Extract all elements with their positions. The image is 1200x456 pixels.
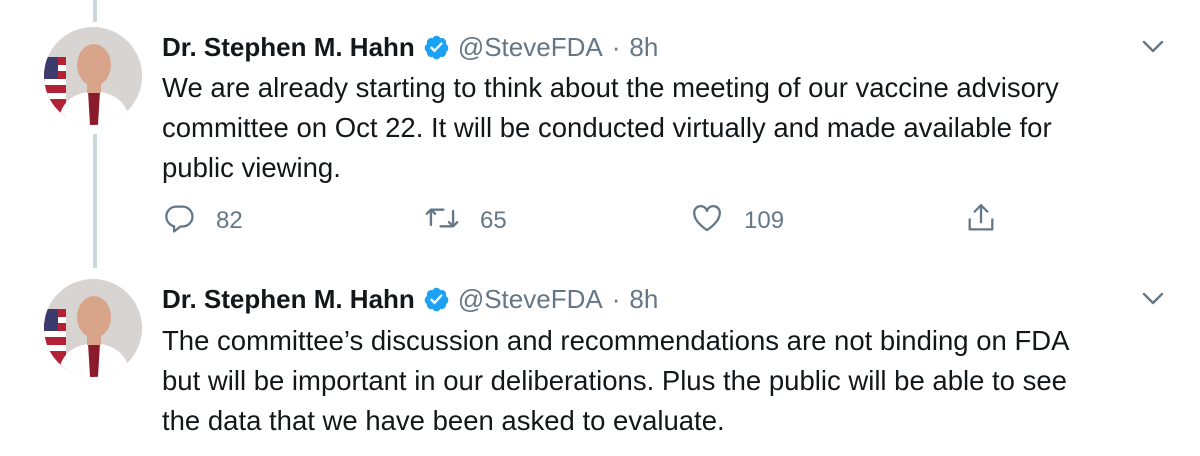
author-name[interactable]: Dr. Stephen M. Hahn — [162, 284, 415, 315]
like-icon — [690, 201, 724, 242]
author-name[interactable]: Dr. Stephen M. Hahn — [162, 32, 415, 63]
tweet-text: The committee’s discussion and recommend… — [162, 325, 1070, 436]
tweet[interactable]: Dr. Stephen M. Hahn @SteveFDA · 8h The c… — [0, 270, 1200, 456]
reply-icon — [162, 201, 196, 242]
avatar[interactable] — [44, 279, 142, 377]
retweet-button[interactable]: 65 — [424, 201, 507, 241]
author-handle[interactable]: @SteveFDA — [458, 32, 603, 63]
like-count: 109 — [744, 207, 785, 234]
reply-count: 82 — [216, 207, 243, 234]
tweet-actions: 82 65 109 — [162, 201, 1062, 241]
chevron-down-icon[interactable] — [1140, 286, 1166, 312]
retweet-count: 65 — [480, 207, 507, 234]
tweet-header: Dr. Stephen M. Hahn @SteveFDA · 8h — [162, 279, 658, 319]
tweet-text: We are already starting to think about t… — [162, 72, 1059, 183]
chevron-down-icon[interactable] — [1140, 34, 1166, 60]
tweet-header: Dr. Stephen M. Hahn @SteveFDA · 8h — [162, 27, 658, 67]
author-handle[interactable]: @SteveFDA — [458, 284, 603, 315]
verified-badge-icon — [423, 34, 450, 61]
share-button[interactable] — [964, 201, 998, 241]
reply-button[interactable]: 82 — [162, 201, 243, 241]
retweet-icon — [424, 201, 460, 242]
separator-dot: · — [611, 283, 621, 314]
share-icon — [964, 201, 998, 242]
tweet-timestamp[interactable]: 8h — [629, 284, 658, 315]
tweet[interactable]: Dr. Stephen M. Hahn @SteveFDA · 8h We ar… — [0, 0, 1200, 270]
separator-dot: · — [611, 31, 621, 62]
like-button[interactable]: 109 — [690, 201, 784, 241]
tweet-timestamp[interactable]: 8h — [629, 32, 658, 63]
verified-badge-icon — [423, 286, 450, 313]
avatar[interactable] — [44, 27, 142, 125]
